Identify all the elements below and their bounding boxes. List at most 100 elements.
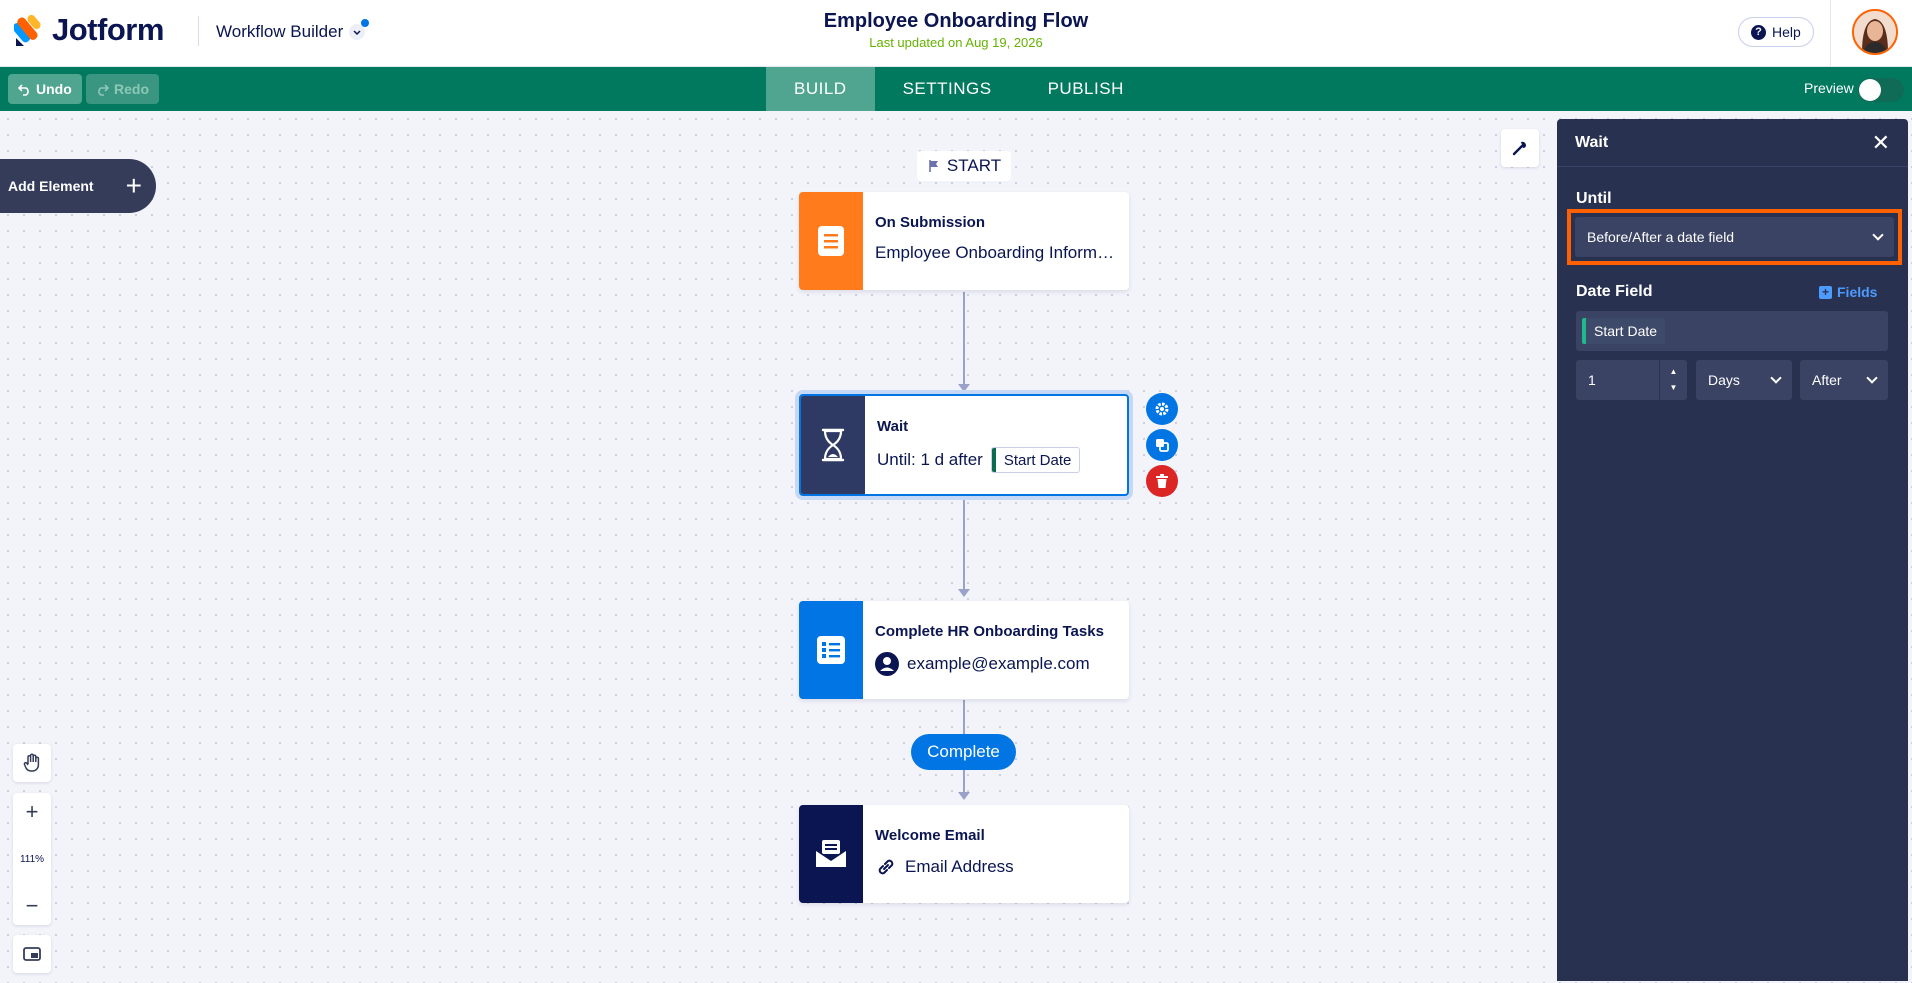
node-on-submission[interactable]: On Submission Employee Onboarding Inform… — [799, 192, 1129, 290]
logo-text: Jotform — [52, 12, 164, 47]
until-label: Until — [1576, 190, 1612, 207]
panel-title: Wait — [1575, 133, 1609, 151]
header-divider — [198, 16, 199, 46]
help-label: Help — [1772, 24, 1801, 40]
header-divider-right — [1830, 0, 1831, 67]
undo-icon — [18, 83, 29, 96]
hourglass-icon — [801, 396, 865, 494]
caret-down-icon[interactable]: ▼ — [1670, 384, 1678, 392]
start-text: START — [946, 156, 1002, 175]
node-settings-button[interactable] — [1146, 393, 1178, 425]
connector-line — [963, 292, 965, 384]
add-element-button[interactable]: Add Element + — [0, 159, 156, 213]
preview-toggle[interactable] — [1858, 78, 1904, 102]
field-pill: Start Date — [990, 447, 1081, 473]
trash-icon — [1156, 474, 1168, 488]
node-subtitle: Employee Onboarding Information Form — [875, 243, 1119, 262]
tab-build[interactable]: BUILD — [766, 67, 875, 111]
node-title: Wait — [877, 418, 909, 435]
node-subtitle: Until: 1 d after Start Date — [877, 447, 1081, 473]
wait-settings-panel: Wait ✕ Until Before/After a date field D… — [1557, 119, 1908, 981]
fields-link-label: Fields — [1837, 284, 1878, 300]
fields-link[interactable]: + Fields — [1819, 284, 1877, 300]
ai-assistant-button[interactable] — [1501, 129, 1539, 167]
chevron-down-icon — [1872, 229, 1884, 241]
until-select[interactable]: Before/After a date field — [1575, 217, 1894, 257]
date-field-label: Date Field — [1576, 283, 1653, 300]
close-icon[interactable]: ✕ — [1872, 130, 1890, 156]
copy-icon — [1156, 439, 1169, 452]
node-title: On Submission — [875, 214, 986, 231]
chevron-down-icon — [1866, 372, 1878, 384]
chevron-down-icon — [1770, 372, 1782, 384]
avatar[interactable] — [1852, 9, 1898, 55]
tab-settings[interactable]: SETTINGS — [875, 67, 1020, 111]
user-icon — [875, 652, 899, 676]
node-welcome-email[interactable]: Welcome Email Email Address — [799, 805, 1129, 903]
avatar-image — [1854, 11, 1896, 53]
chevron-down-icon — [349, 19, 370, 40]
minimap-icon — [23, 947, 41, 961]
redo-button[interactable]: Redo — [86, 74, 159, 104]
tab-publish[interactable]: PUBLISH — [1020, 67, 1152, 111]
node-wait[interactable]: Wait Until: 1 d after Start Date — [799, 394, 1129, 496]
stepper-arrows[interactable]: ▲ ▼ — [1659, 360, 1687, 400]
plus-icon: + — [1819, 285, 1832, 299]
connector-arrow — [958, 589, 970, 597]
until-value: Before/After a date field — [1587, 229, 1735, 245]
zoom-in-button[interactable]: + — [26, 801, 39, 823]
redo-icon — [98, 83, 109, 96]
amount-value: 1 — [1588, 372, 1596, 388]
node-title: Welcome Email — [875, 827, 985, 844]
jotform-logo[interactable]: Jotform — [14, 12, 164, 48]
minimap-button[interactable] — [13, 935, 51, 973]
magic-wand-icon — [1512, 141, 1526, 156]
connector-line — [963, 497, 965, 589]
top-header: Jotform Workflow Builder Employee Onboar… — [0, 0, 1912, 67]
page-title[interactable]: Employee Onboarding Flow — [824, 10, 1088, 33]
direction-value: After — [1812, 372, 1842, 388]
builder-tabs: BUILD SETTINGS PUBLISH — [766, 67, 1152, 111]
unit-select[interactable]: Days — [1696, 360, 1792, 400]
panel-header: Wait ✕ — [1557, 119, 1908, 167]
app-switcher[interactable]: Workflow Builder — [216, 19, 370, 42]
node-subtitle: Email Address — [875, 856, 1014, 878]
help-button[interactable]: ? Help — [1738, 17, 1814, 47]
preview-label: Preview — [1804, 80, 1854, 96]
zoom-level: 111% — [19, 853, 45, 865]
node-delete-button[interactable] — [1146, 465, 1178, 497]
zoom-controls: + 111% − — [13, 793, 51, 925]
undo-label: Undo — [36, 81, 72, 97]
until-highlight: Before/After a date field — [1567, 209, 1902, 265]
direction-select[interactable]: After — [1800, 360, 1888, 400]
jotform-logo-icon — [14, 14, 41, 46]
node-duplicate-button[interactable] — [1146, 429, 1178, 461]
connector-arrow — [958, 792, 970, 800]
pan-tool-button[interactable] — [13, 744, 51, 782]
hand-icon — [23, 753, 40, 772]
date-field-input[interactable]: Start Date — [1576, 311, 1888, 351]
builder-toolbar: Undo Redo BUILD SETTINGS PUBLISH Preview — [0, 67, 1912, 111]
start-label: START — [917, 151, 1011, 181]
complete-branch-label[interactable]: Complete — [911, 734, 1016, 770]
date-field-pill[interactable]: Start Date — [1582, 318, 1666, 344]
node-subtitle: example@example.com — [875, 652, 1104, 676]
gear-icon — [1155, 402, 1169, 416]
flag-icon — [929, 160, 938, 172]
app-name: Workflow Builder — [216, 22, 344, 41]
unit-value: Days — [1708, 372, 1740, 388]
add-element-label: Add Element — [8, 178, 94, 194]
notification-dot — [361, 19, 370, 27]
undo-button[interactable]: Undo — [8, 74, 82, 104]
envelope-icon — [799, 805, 863, 903]
connector-arrow — [958, 384, 970, 392]
link-icon — [878, 859, 894, 875]
form-icon — [799, 192, 863, 290]
caret-up-icon[interactable]: ▲ — [1670, 368, 1678, 376]
redo-label: Redo — [114, 81, 149, 97]
zoom-out-button[interactable]: − — [26, 895, 39, 917]
node-title: Complete HR Onboarding Tasks — [875, 623, 1104, 640]
amount-stepper[interactable]: 1 ▲ ▼ — [1576, 360, 1687, 400]
node-hr-tasks[interactable]: Complete HR Onboarding Tasks example@exa… — [799, 601, 1129, 699]
checklist-icon — [799, 601, 863, 699]
